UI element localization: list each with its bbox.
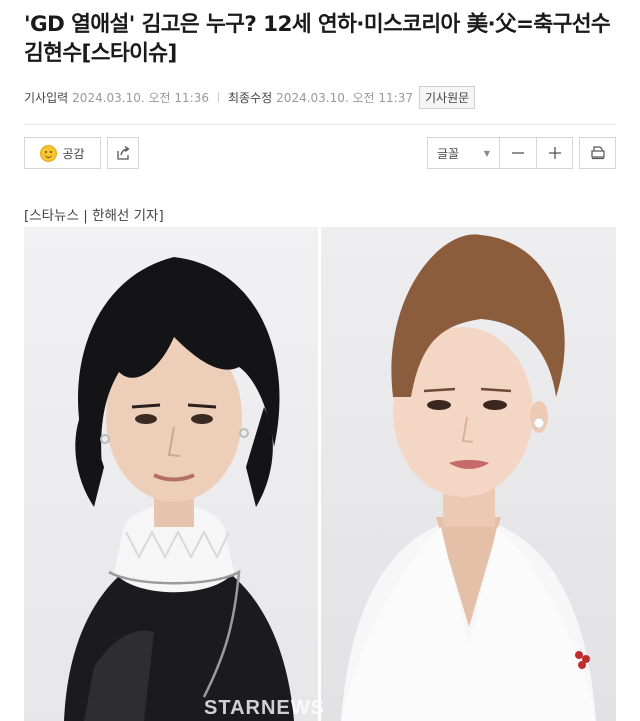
minus-icon	[512, 152, 524, 154]
photo-right	[321, 227, 616, 721]
chevron-down-icon: ▼	[483, 148, 490, 158]
published-label: 기사입력	[24, 90, 69, 105]
font-increase-button[interactable]	[536, 137, 573, 169]
print-icon	[590, 146, 605, 160]
meta-divider	[218, 92, 219, 102]
starnews-watermark: STARNEWS	[204, 697, 325, 719]
woman-portrait-image	[341, 234, 596, 721]
article-title: 'GD 열애설' 김고은 누구? 12세 연하·미스코리아 美·父=축구선수 김…	[24, 12, 611, 66]
header-divider	[24, 124, 616, 125]
toolbar-right: 글꼴 ▼	[427, 137, 616, 169]
share-button[interactable]	[107, 137, 139, 169]
plus-icon	[548, 147, 561, 159]
like-button[interactable]: 공감	[24, 137, 101, 169]
toolbar-left: 공감	[24, 137, 139, 169]
article-meta: 기사입력 2024.03.10. 오전 11:36 최종수정 2024.03.1…	[24, 85, 476, 109]
smile-icon	[40, 144, 58, 162]
font-label: 글꼴	[437, 146, 460, 161]
photo-left	[24, 227, 318, 721]
updated-date: 2024.03.10. 오전 11:37	[276, 90, 413, 105]
man-portrait-image	[64, 257, 294, 721]
updated-label: 최종수정	[228, 90, 273, 105]
like-label: 공감	[62, 146, 85, 161]
print-button[interactable]	[579, 137, 616, 169]
original-article-button[interactable]: 기사원문	[419, 85, 476, 109]
byline: [스타뉴스 | 한해선 기자]	[24, 208, 164, 224]
font-decrease-button[interactable]	[499, 137, 536, 169]
share-icon	[117, 145, 130, 160]
published-date: 2024.03.10. 오전 11:36	[72, 90, 209, 105]
article-photos: STARNEWS	[24, 227, 616, 721]
font-select[interactable]: 글꼴 ▼	[427, 137, 499, 169]
